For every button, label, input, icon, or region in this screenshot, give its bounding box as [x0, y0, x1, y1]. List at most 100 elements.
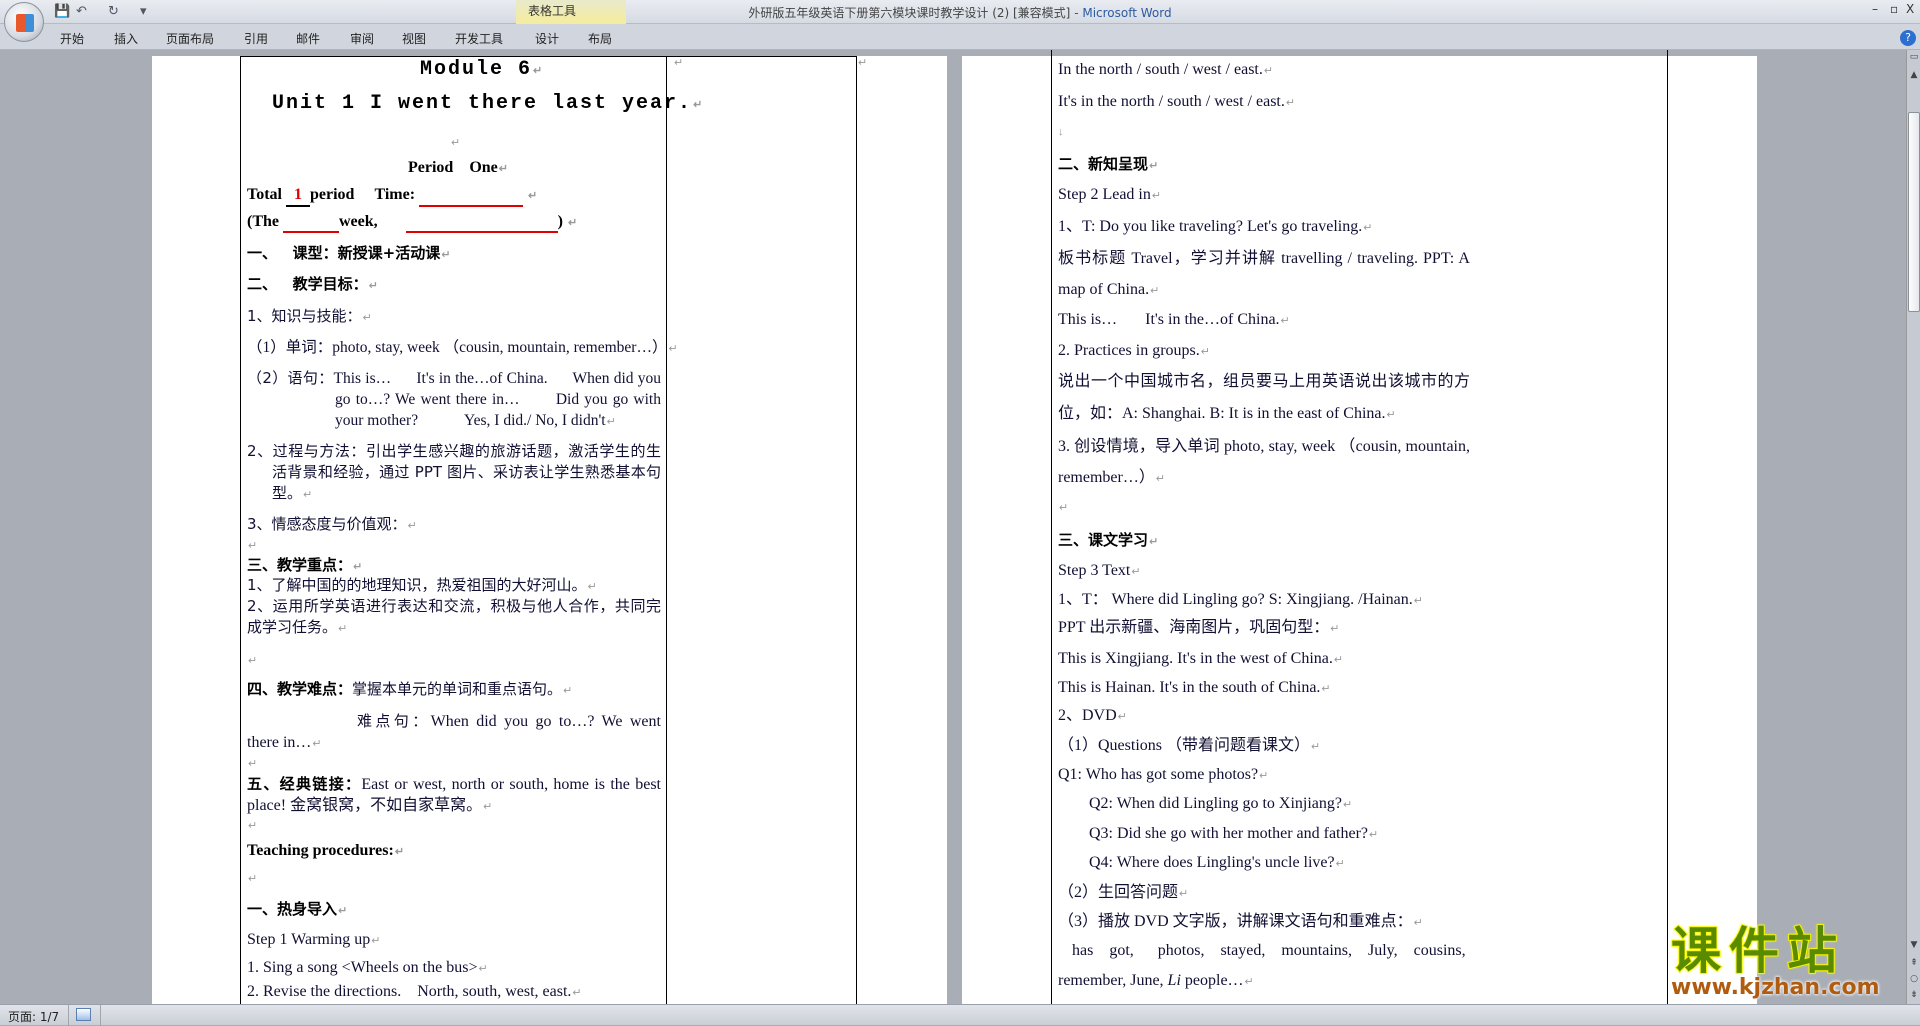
office-button[interactable] — [4, 2, 44, 42]
ribbon-tabs: 开始 插入 页面布局 引用 邮件 审阅 视图 开发工具 设计 布局 ? — [0, 24, 1920, 50]
text-line: （2）生回答问题 — [1058, 883, 1188, 904]
text-line: This is… It's in the…of China. — [1058, 310, 1290, 331]
total-label: Total — [247, 186, 282, 203]
tab-insert[interactable]: 插入 — [114, 30, 138, 47]
revise-directions: 2. Revise the directions. North, south, … — [247, 982, 582, 1003]
question-2: Q2: When did Lingling go to Xinjiang? — [1089, 794, 1352, 815]
tab-view[interactable]: 视图 — [402, 30, 426, 47]
office-logo-icon — [16, 14, 34, 32]
total-line: Total 1 period Time: — [247, 185, 537, 207]
key-point-1: 1、了解中国的的地理知识，热爱祖国的大好河山。 — [247, 575, 597, 597]
minimize-button[interactable]: – — [1872, 2, 1878, 16]
row-end-mark — [857, 52, 867, 73]
section-classic-link: 五、经典链接：East or west, north or south, hom… — [247, 774, 661, 818]
macro-record-icon[interactable] — [76, 1008, 91, 1021]
week-line: (The week, ) — [247, 212, 577, 233]
difficult-sentence-text: When did you go to…? We went there in… — [247, 713, 661, 751]
next-page-icon[interactable]: ⇟ — [1908, 990, 1920, 1000]
status-divider — [100, 1005, 101, 1026]
tab-design[interactable]: 设计 — [535, 30, 559, 47]
question-3: Q3: Did she go with her mother and fathe… — [1089, 824, 1378, 845]
total-period-field[interactable]: 1 — [285, 185, 310, 207]
unit-title: Unit 1 I went there last year. — [272, 94, 704, 116]
sing-song: 1. Sing a song <Wheels on the bus> — [247, 958, 488, 979]
tab-layout[interactable]: 布局 — [588, 30, 612, 47]
section-lesson-type: 一、 课型：新授课+活动课 — [247, 243, 450, 265]
module-title: Module 6 — [420, 60, 544, 82]
text-line: has got, photos, stayed, mountains, July… — [1072, 942, 1466, 959]
help-icon[interactable]: ? — [1900, 30, 1916, 46]
ruler-toggle-icon[interactable]: ▭ — [1908, 52, 1920, 62]
watermark-url: www.kjzhan.com — [1671, 975, 1880, 1000]
date-field[interactable] — [405, 215, 558, 233]
week-field[interactable] — [283, 215, 339, 233]
document-area[interactable]: Module 6 Unit 1 I went there last year. … — [0, 50, 1906, 1004]
the-label: (The — [247, 213, 279, 230]
text-line: It's in the north / south / west / east. — [1058, 92, 1295, 113]
cell-end-mark — [673, 52, 683, 73]
attitudes-values: 3、情感态度与价值观： — [247, 514, 417, 536]
text-line: In the north / south / west / east. — [1058, 60, 1273, 81]
vocab-italic: Li — [1167, 972, 1181, 989]
close-paren: ) — [557, 213, 563, 230]
sentences-paragraph: （2）语句：This is… It's in the…of China. Whe… — [247, 368, 661, 433]
question-4: Q4: Where does Lingling's uncle live? — [1089, 853, 1345, 874]
text-line: 1、T： Where did Lingling go? S: Xingjiang… — [1058, 590, 1423, 611]
empty-paragraph — [247, 815, 257, 836]
knowledge-skills: 1、知识与技能： — [247, 306, 372, 328]
section-objectives: 二、 教学目标： — [247, 274, 378, 296]
text-line: 2. Practices in groups. — [1058, 341, 1210, 362]
tab-home[interactable]: 开始 — [60, 30, 84, 47]
step-1: Step 1 Warming up — [247, 930, 381, 951]
vertical-scrollbar[interactable]: ▭ ▲ ▼ ⇞ ○ ⇟ — [1906, 50, 1920, 1004]
classic-link-label: 五、经典链接： — [247, 775, 362, 793]
scrollbar-thumb[interactable] — [1908, 112, 1920, 312]
difficult-sentence: 难点句：When did you go to…? We went there i… — [247, 711, 661, 755]
text-paragraph: 说出一个中国城市名，组员要马上用英语说出该城市的方位，如：A: Shanghai… — [1058, 366, 1470, 431]
section-key-points: 三、教学重点： — [247, 555, 362, 577]
status-divider — [68, 1005, 69, 1026]
restore-button[interactable]: ▫ — [1890, 2, 1898, 16]
text-line: This is Xingjiang. It's in the west of C… — [1058, 649, 1343, 670]
watermark-logo: 课件站 www.kjzhan.com — [1670, 924, 1901, 1000]
close-button[interactable]: X — [1906, 2, 1914, 16]
tab-developer[interactable]: 开发工具 — [455, 30, 503, 47]
tab-page-layout[interactable]: 页面布局 — [166, 30, 214, 47]
step-2: Step 2 Lead in — [1058, 185, 1161, 206]
difficult-sentence-label: 难点句： — [357, 712, 431, 730]
vocabulary-line: （1）单词：photo, stay, week （cousin, mountai… — [247, 338, 678, 359]
table-column-divider — [666, 56, 667, 1004]
difficulties-text: 掌握本单元的单词和重点语句。 — [352, 680, 563, 698]
document-name: 外研版五年级英语下册第六模块课时教学设计 (2) [兼容模式] — [748, 6, 1071, 20]
teaching-procedures-heading: Teaching procedures: — [247, 841, 404, 862]
text-paragraph: 3. 创设情境，导入单词 photo, stay, week （cousin, … — [1058, 431, 1470, 495]
text-study-heading: 三、课文学习 — [1058, 530, 1158, 552]
text-line: 1、T: Do you like traveling? Let's go tra… — [1058, 217, 1372, 238]
period-label: period — [309, 186, 355, 203]
step-3: Step 3 Text — [1058, 561, 1141, 582]
page-indicator[interactable]: 页面: 1/7 — [8, 1008, 59, 1025]
process-methods: 2、过程与方法：引出学生感兴趣的旅游话题，激活学生的生活背景和经验，通过 PPT… — [247, 441, 661, 505]
tab-references[interactable]: 引用 — [244, 30, 268, 47]
vocab-text: remember, June, — [1058, 972, 1168, 989]
scroll-up-icon[interactable]: ▲ — [1908, 70, 1920, 80]
tab-mailings[interactable]: 邮件 — [296, 30, 320, 47]
text-line: （1）Questions （带着问题看课文） — [1058, 736, 1320, 757]
status-bar: 页面: 1/7 — [0, 1004, 1920, 1026]
text-line: This is Hainan. It's in the south of Chi… — [1058, 678, 1331, 699]
tab-review[interactable]: 审阅 — [350, 30, 374, 47]
text-paragraph: 板书标题 Travel，学习并讲解 travelling / traveling… — [1058, 243, 1470, 307]
text-line: （3）播放 DVD 文字版，讲解课文语句和重难点： — [1058, 912, 1423, 933]
window-title: 外研版五年级英语下册第六模块课时教学设计 (2) [兼容模式] - Micros… — [0, 4, 1920, 21]
warm-up-heading: 一、热身导入 — [247, 899, 347, 921]
browse-object-icon[interactable]: ○ — [1908, 974, 1920, 984]
key-point-2: 2、运用所学英语进行表达和交流，积极与他人合作，共同完成学习任务。 — [247, 596, 661, 639]
previous-page-icon[interactable]: ⇞ — [1908, 958, 1920, 968]
sentences-text: This is… It's in the…of China. When did … — [333, 370, 665, 429]
empty-paragraph — [247, 535, 257, 556]
app-name: - Microsoft Word — [1070, 6, 1172, 20]
sentences-label: （2）语句： — [247, 369, 334, 387]
scroll-down-icon[interactable]: ▼ — [1908, 940, 1920, 950]
time-field[interactable] — [419, 189, 524, 207]
empty-paragraph — [450, 132, 460, 153]
